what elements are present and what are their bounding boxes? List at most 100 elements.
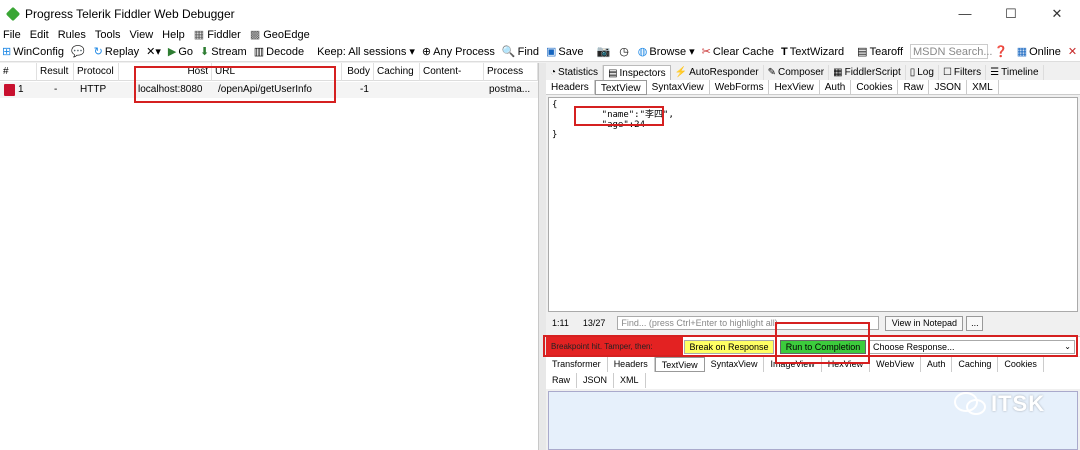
resp-tab-raw[interactable]: Raw <box>546 373 578 388</box>
resp-tab-cookies[interactable]: Cookies <box>998 357 1044 372</box>
resp-tab-textview[interactable]: TextView <box>654 357 705 372</box>
resp-tab-json[interactable]: JSON <box>577 373 615 388</box>
winconfig-button[interactable]: ⊞ WinConfig <box>2 45 64 59</box>
tab-cookies[interactable]: Cookies <box>851 79 899 95</box>
maximize-button[interactable]: ☐ <box>988 0 1034 27</box>
tab-inspectors[interactable]: ▤ Inspectors <box>603 65 671 80</box>
msdn-search-input[interactable]: MSDN Search... <box>910 44 992 59</box>
clear-cache-button[interactable]: ✂ Clear Cache <box>701 45 774 59</box>
resp-tab-caching[interactable]: Caching <box>952 357 999 372</box>
tab-hexview[interactable]: HexView <box>769 79 820 95</box>
resp-tab-syntaxview[interactable]: SyntaxView <box>705 357 765 372</box>
resp-tab-imageview[interactable]: ImageView <box>764 357 822 372</box>
filters-icon: ☐ <box>942 67 952 78</box>
tab-textview[interactable]: TextView <box>594 79 647 95</box>
screenshot-button[interactable]: 📷 <box>596 45 612 58</box>
tab-webforms[interactable]: WebForms <box>710 79 770 95</box>
minimize-button[interactable]: — <box>942 0 988 27</box>
pane-splitter[interactable] <box>538 63 546 450</box>
fiddler-icon: ▦ <box>193 29 205 41</box>
tab-autoresponder[interactable]: ⚡ AutoResponder <box>671 65 764 80</box>
menu-rules[interactable]: Rules <box>58 29 86 41</box>
replay-button[interactable]: ↻ Replay <box>94 45 139 59</box>
tab-headers[interactable]: Headers <box>546 79 595 95</box>
column-header-number[interactable]: # <box>0 63 37 81</box>
more-options-button[interactable]: ... <box>966 315 984 331</box>
text-line: "age":24 <box>580 120 646 130</box>
tab-auth[interactable]: Auth <box>820 79 852 95</box>
browse-button[interactable]: ◍ Browse ▾ <box>638 45 695 58</box>
globe-icon: ◍ <box>637 46 648 58</box>
column-header-content-type[interactable]: Content-Type <box>420 63 484 95</box>
close-button[interactable]: ✕ <box>1034 0 1080 27</box>
resp-tab-transformer[interactable]: Transformer <box>546 357 608 372</box>
remove-button[interactable]: ✕▾ <box>146 45 161 58</box>
tab-fiddlerscript[interactable]: ▦ FiddlerScript <box>829 65 906 80</box>
table-row[interactable]: 1 - HTTP localhost:8080 /openApi/getUser… <box>0 82 538 98</box>
comment-button[interactable]: 💬 <box>71 45 87 58</box>
request-inspector-tabs: Headers TextView SyntaxView WebForms Hex… <box>546 79 1080 95</box>
column-header-caching[interactable]: Caching <box>374 63 420 81</box>
menu-edit[interactable]: Edit <box>30 29 49 41</box>
view-in-notepad-button[interactable]: View in Notepad <box>885 315 964 331</box>
choose-response-dropdown[interactable]: Choose Response... ⌄ <box>869 340 1075 354</box>
tab-json[interactable]: JSON <box>929 79 968 95</box>
find-input[interactable]: Find... (press Ctrl+Enter to highlight a… <box>617 316 880 330</box>
save-icon: ▣ <box>546 46 557 58</box>
tab-filters[interactable]: ☐ Filters <box>939 65 987 80</box>
textwizard-button[interactable]: T TextWizard <box>781 46 844 58</box>
clear-cache-icon: ✂ <box>701 46 711 58</box>
resp-tab-xml[interactable]: XML <box>614 373 646 388</box>
resp-tab-headers[interactable]: Headers <box>608 357 655 372</box>
tab-syntaxview[interactable]: SyntaxView <box>647 79 710 95</box>
fiddlerscript-icon: ▦ <box>833 67 843 78</box>
breakpoint-bar: Breakpoint hit. Tamper, then: Break on R… <box>546 336 1080 357</box>
tearoff-button[interactable]: ▤ Tearoff <box>857 45 903 59</box>
timer-button[interactable]: ◷ <box>619 45 631 58</box>
menu-file[interactable]: File <box>3 29 21 41</box>
menu-view[interactable]: View <box>130 29 154 41</box>
tab-raw[interactable]: Raw <box>898 79 930 95</box>
request-text-editor[interactable]: { "name":"李四", "age":24 } <box>548 97 1078 312</box>
column-header-process[interactable]: Process <box>484 63 538 81</box>
main-tabs: ◔ Statistics ▤ Inspectors ⚡ AutoResponder ✎… <box>546 65 1044 80</box>
resp-tab-hexview[interactable]: HexView <box>822 357 871 372</box>
breakpoint-status-label: Breakpoint hit. Tamper, then: <box>546 337 683 357</box>
stream-button[interactable]: ⬇ Stream <box>200 45 247 59</box>
tab-xml[interactable]: XML <box>967 79 999 95</box>
column-header-body[interactable]: Body <box>342 63 374 81</box>
close-toolbar-button[interactable]: ✕ <box>1068 45 1079 58</box>
resp-tab-auth[interactable]: Auth <box>921 357 953 372</box>
run-to-completion-button[interactable]: Run to Completion <box>780 340 866 354</box>
keep-sessions-dropdown[interactable]: Keep: All sessions ▾ <box>317 45 415 58</box>
menu-fiddler[interactable]: ▦ Fiddler <box>193 28 241 42</box>
column-header-host[interactable]: Host <box>119 63 212 81</box>
find-button[interactable]: 🔍 Find <box>502 45 539 59</box>
tab-composer[interactable]: ✎ Composer <box>764 65 830 80</box>
column-header-url[interactable]: URL <box>212 63 342 81</box>
break-on-response-button[interactable]: Break on Response <box>684 340 774 354</box>
tab-timeline[interactable]: ☰ Timeline <box>986 65 1044 80</box>
decode-button[interactable]: ▥ Decode <box>254 45 304 59</box>
menu-help[interactable]: Help <box>162 29 185 41</box>
go-button[interactable]: ▶ Go <box>168 45 193 59</box>
menu-tools[interactable]: Tools <box>95 29 121 41</box>
column-header-result[interactable]: Result <box>37 63 74 81</box>
online-button[interactable]: ▦ Online <box>1017 45 1061 59</box>
char-count: 13/27 <box>582 318 606 328</box>
column-header-protocol[interactable]: Protocol <box>74 63 119 81</box>
window-title: Progress Telerik Fiddler Web Debugger <box>25 6 235 21</box>
save-button[interactable]: ▣ Save <box>546 45 583 59</box>
sessions-header: # Result Protocol Host URL Body Caching … <box>0 63 538 95</box>
text-line: { <box>552 100 558 110</box>
cell-process: postma... <box>489 84 531 95</box>
response-tabs-row: Raw JSON XML <box>546 373 646 388</box>
menu-geoedge[interactable]: ▩ GeoEdge <box>250 28 310 42</box>
comment-icon: 💬 <box>70 46 85 58</box>
chevron-down-icon: ⌄ <box>1064 342 1071 351</box>
help-button[interactable]: ❓ <box>994 45 1010 58</box>
any-process-button[interactable]: ⊕ Any Process <box>422 45 495 59</box>
tab-statistics[interactable]: ◔ Statistics <box>546 65 604 80</box>
resp-tab-webview[interactable]: WebView <box>870 357 921 372</box>
tab-log[interactable]: ▯ Log <box>906 65 939 80</box>
